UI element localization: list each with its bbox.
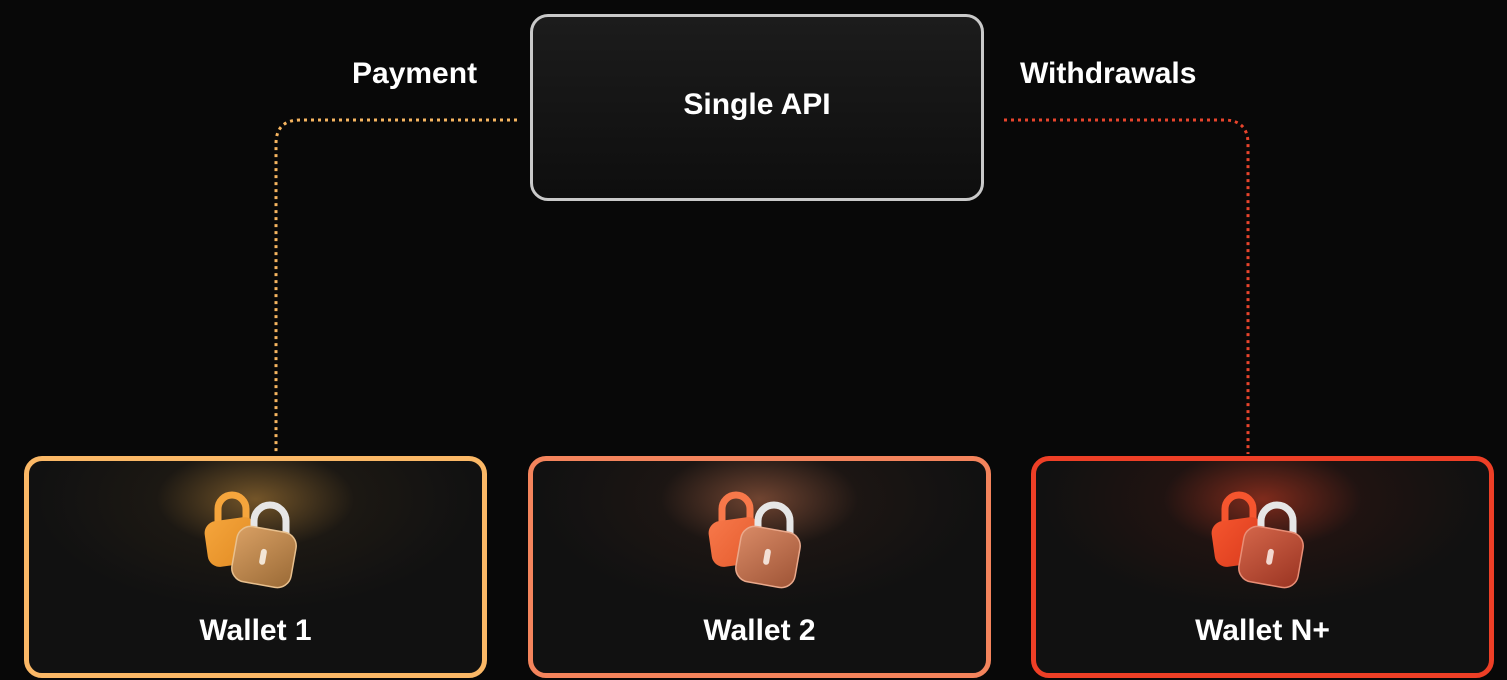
wallet-2-label: Wallet 2 — [703, 614, 816, 647]
lock-icon — [204, 491, 297, 589]
wallet-card-2: Wallet 2 — [528, 456, 991, 678]
withdrawals-connector — [1004, 118, 1250, 454]
single-api-label: Single API — [683, 87, 831, 121]
wallet-card-n: Wallet N+ — [1031, 456, 1494, 678]
withdrawals-flow-label: Withdrawals — [1020, 57, 1197, 90]
payment-connector — [274, 118, 517, 454]
wallet-1-label: Wallet 1 — [199, 614, 312, 647]
lock-icon — [708, 491, 801, 589]
lock-icon — [1211, 491, 1304, 589]
wallet-n-label: Wallet N+ — [1195, 614, 1330, 647]
single-api-node: Single API — [530, 14, 984, 201]
wallet-card-1: Wallet 1 — [24, 456, 487, 678]
payment-flow-label: Payment — [352, 57, 478, 90]
